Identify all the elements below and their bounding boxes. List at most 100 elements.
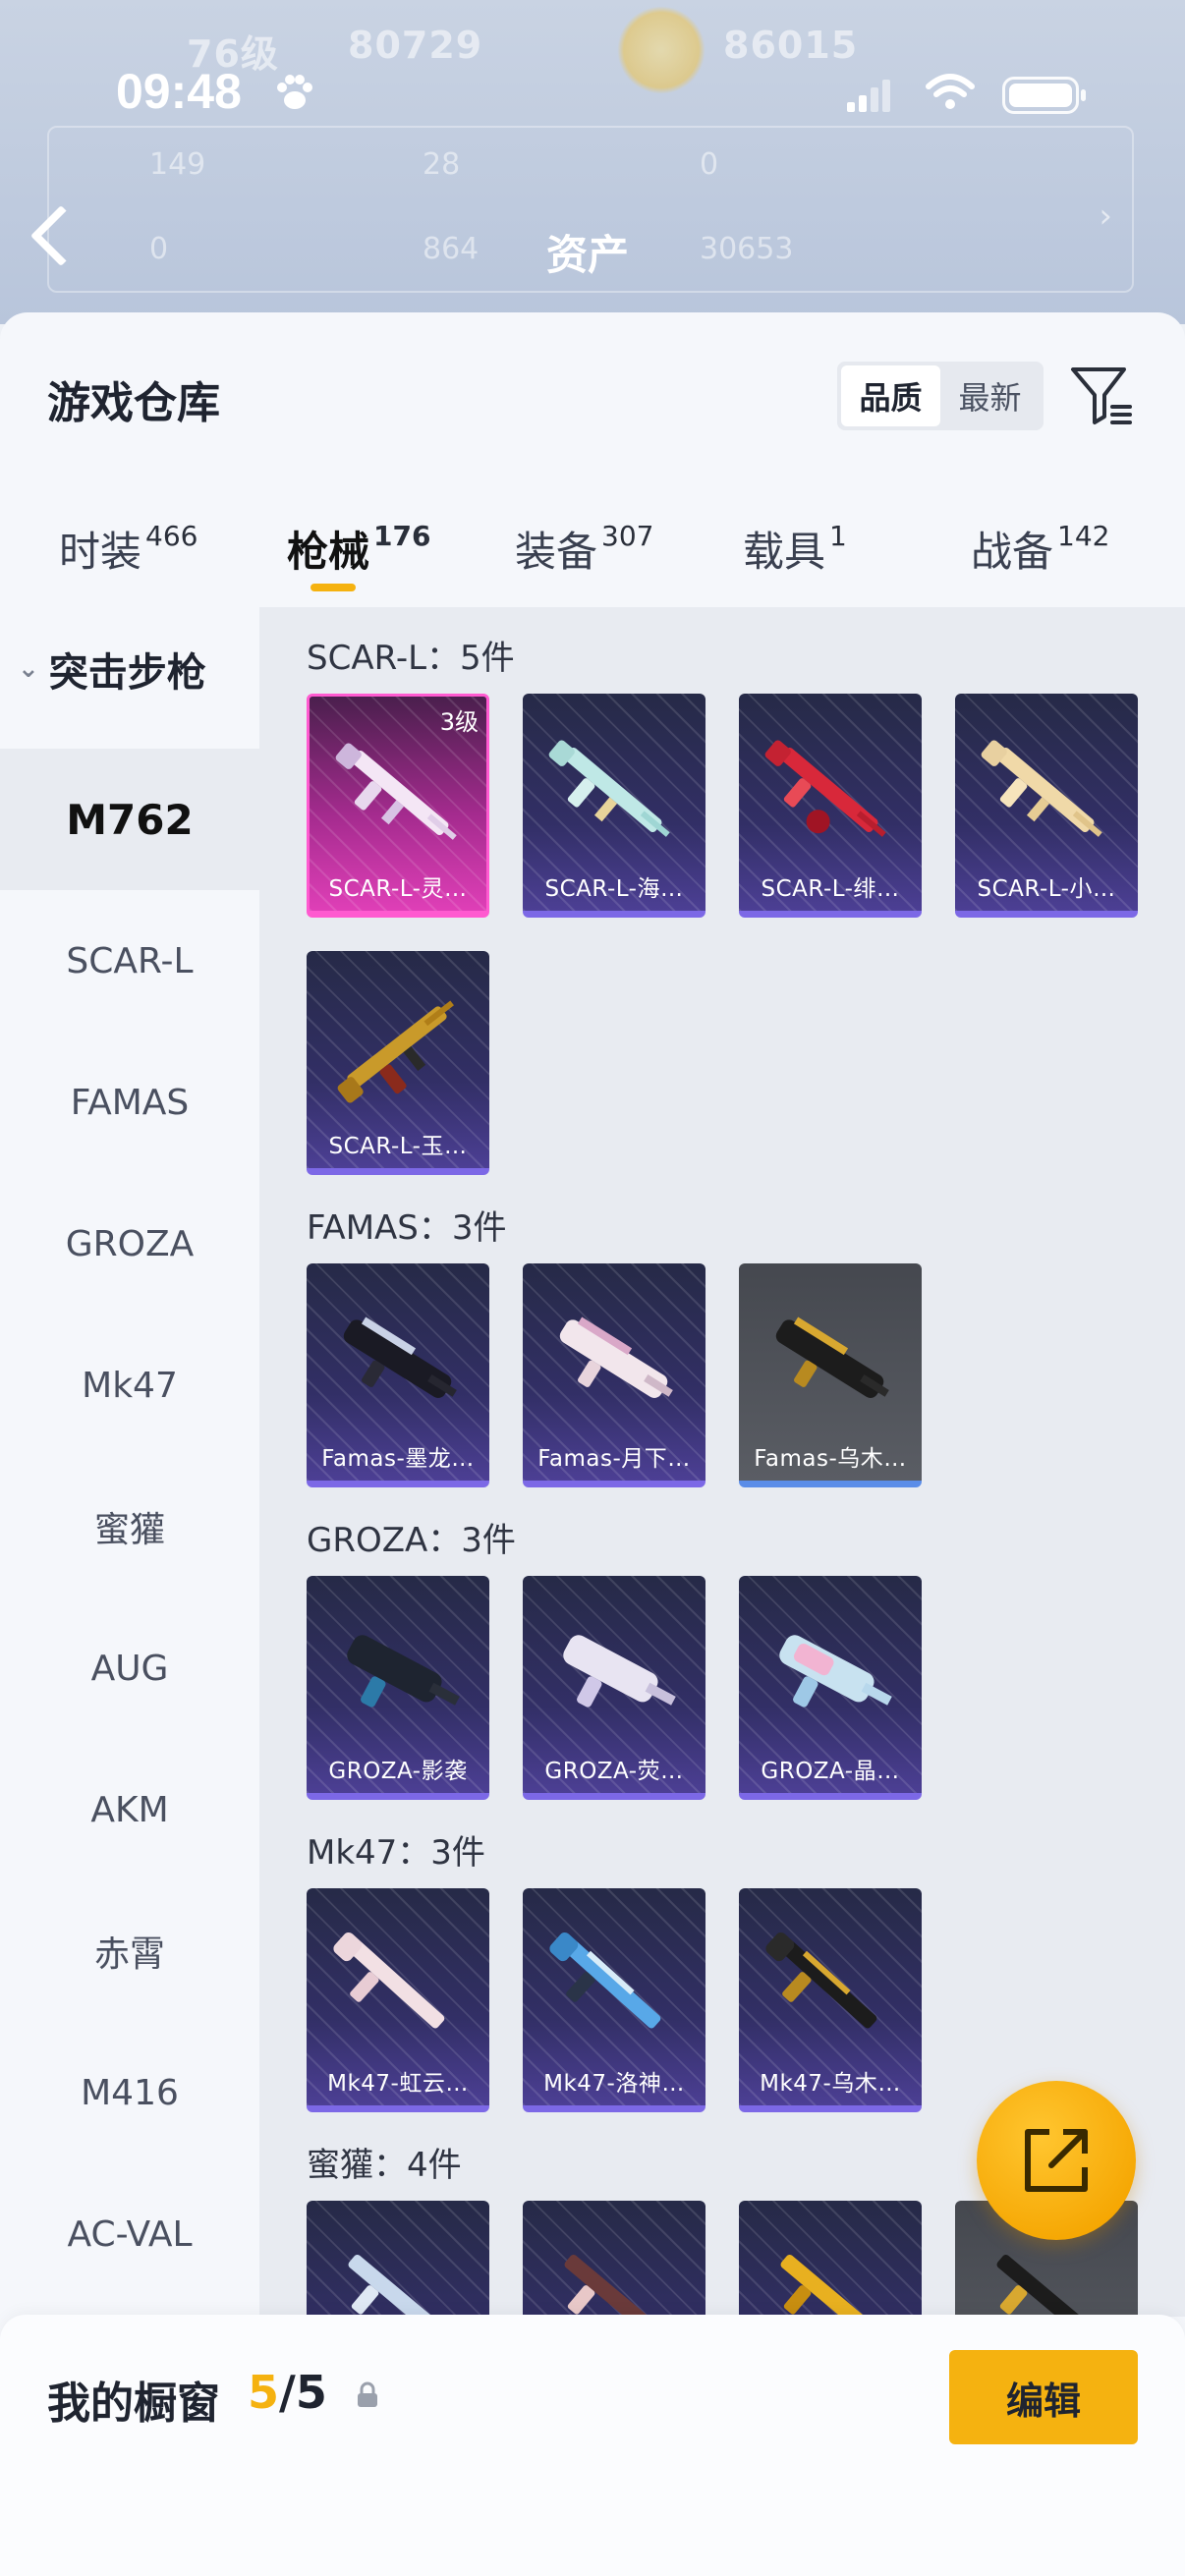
category-item[interactable]: FAMAS bbox=[0, 1032, 259, 1173]
rifle-icon bbox=[348, 2254, 446, 2317]
lock-icon bbox=[358, 2381, 377, 2407]
weapon-name: Famas-乌木… bbox=[754, 1446, 907, 1472]
stat-value: 28 bbox=[423, 147, 461, 182]
sheet-title: 游戏仓库 bbox=[47, 378, 220, 428]
tab-label: 战备 bbox=[971, 528, 1054, 576]
chevron-down-icon: ⌄ bbox=[18, 654, 39, 684]
weapon-card[interactable] bbox=[739, 2201, 922, 2317]
category-header-label: 突击步枪 bbox=[48, 650, 206, 696]
weapon-name: Mk47-虹云… bbox=[327, 2071, 469, 2097]
rifle-icon bbox=[549, 1932, 661, 2029]
weapon-card[interactable]: SCAR-L-绯… bbox=[739, 694, 922, 918]
rifle-icon bbox=[548, 740, 670, 837]
showcase-count: 5/5 bbox=[248, 2366, 327, 2419]
rifle-icon bbox=[981, 740, 1102, 837]
weapon-card[interactable]: Famas-乌木… bbox=[739, 1263, 922, 1487]
rifle-icon bbox=[764, 740, 886, 837]
tab-label: 载具 bbox=[743, 528, 826, 576]
rifle-icon bbox=[335, 743, 457, 840]
weapon-grid: SCAR-L：5件 3级 SCAR-L-灵… SCAR-L-海… SCAR-L-… bbox=[259, 607, 1185, 2317]
category-item[interactable]: M416 bbox=[0, 2022, 259, 2163]
sort-toggle: 品质 最新 bbox=[837, 362, 1044, 430]
weapon-card[interactable]: SCAR-L-玉… bbox=[307, 951, 489, 1175]
share-button[interactable] bbox=[977, 2081, 1136, 2240]
edit-button[interactable]: 编辑 bbox=[949, 2350, 1138, 2444]
chevron-right-icon: › bbox=[1099, 196, 1112, 236]
group-title: 蜜獾：4件 bbox=[307, 2146, 462, 2185]
category-item[interactable]: AKM bbox=[0, 1739, 259, 1880]
category-tabs: 时装 466 枪械 176 装备 307 载具 1 战备 142 bbox=[0, 499, 1185, 607]
weapon-card[interactable]: GROZA-影袭 bbox=[307, 1576, 489, 1800]
tab-equipment[interactable]: 装备 307 bbox=[515, 519, 653, 579]
weapon-card[interactable]: 3级 SCAR-L-灵… bbox=[307, 694, 489, 918]
weapon-name: GROZA-晶… bbox=[761, 1759, 900, 1784]
rifle-icon bbox=[337, 1000, 454, 1103]
weapon-category-list: ⌄ 突击步枪 M762 SCAR-L FAMAS GROZA Mk47 蜜獾 A… bbox=[0, 607, 259, 2317]
tab-count: 1 bbox=[829, 520, 847, 552]
rifle-icon bbox=[780, 2254, 878, 2317]
category-item[interactable]: 赤霄 bbox=[0, 1880, 259, 2022]
active-tab-indicator bbox=[310, 584, 356, 591]
tab-fashion[interactable]: 时装 466 bbox=[59, 519, 198, 579]
weapon-name: SCAR-L-灵… bbox=[328, 876, 468, 902]
category-item[interactable]: SCAR-L bbox=[0, 890, 259, 1032]
group-title: Mk47：3件 bbox=[307, 1833, 485, 1873]
category-item[interactable]: GROZA bbox=[0, 1173, 259, 1315]
rifle-icon bbox=[559, 1316, 673, 1398]
weapon-card[interactable]: Mk47-虹云… bbox=[307, 1888, 489, 2112]
wifi-icon bbox=[926, 74, 975, 109]
weapon-card[interactable]: GROZA-晶… bbox=[739, 1576, 922, 1800]
weapon-card[interactable]: Famas-月下… bbox=[523, 1263, 705, 1487]
category-header[interactable]: ⌄ 突击步枪 bbox=[18, 641, 206, 698]
tab-count: 142 bbox=[1057, 520, 1110, 552]
rifle-icon bbox=[775, 1316, 889, 1398]
category-item[interactable]: AC-VAL bbox=[0, 2163, 259, 2305]
stat-value: 149 bbox=[149, 147, 206, 182]
group-title: GROZA：3件 bbox=[307, 1521, 516, 1560]
share-external-icon bbox=[1025, 2129, 1088, 2192]
sort-quality-button[interactable]: 品质 bbox=[841, 365, 940, 426]
stat-value: 0 bbox=[700, 147, 719, 182]
weapon-card[interactable]: SCAR-L-小… bbox=[955, 694, 1138, 918]
filter-icon[interactable] bbox=[1069, 362, 1136, 428]
rifle-icon bbox=[333, 1932, 445, 2029]
page-title: 资产 bbox=[546, 231, 630, 279]
weapon-card[interactable]: GROZA-荧… bbox=[523, 1576, 705, 1800]
sort-latest-button[interactable]: 最新 bbox=[940, 365, 1040, 426]
tab-label: 枪械 bbox=[287, 528, 370, 576]
coin-icon bbox=[617, 6, 705, 94]
category-item[interactable]: AUG bbox=[0, 1597, 259, 1739]
level-badge: 3级 bbox=[439, 708, 479, 736]
category-item[interactable]: M762 bbox=[0, 749, 259, 890]
tab-vehicles[interactable]: 载具 1 bbox=[743, 519, 847, 579]
weapon-name: SCAR-L-海… bbox=[544, 876, 684, 902]
category-item[interactable]: Mk47 bbox=[0, 1315, 259, 1456]
weapon-name: GROZA-荧… bbox=[544, 1759, 684, 1784]
showcase-total: 5 bbox=[295, 2366, 327, 2419]
weapon-name: Famas-墨龙… bbox=[321, 1446, 475, 1472]
weapon-card[interactable]: Famas-墨龙… bbox=[307, 1263, 489, 1487]
warehouse-sheet: 游戏仓库 品质 最新 时装 466 枪械 176 装备 307 载具 1 战备 142 ⌄… bbox=[0, 312, 1185, 2576]
weapon-card[interactable]: Mk47-乌木… bbox=[739, 1888, 922, 2112]
weapon-card[interactable] bbox=[307, 2201, 489, 2317]
rifle-icon bbox=[343, 1316, 457, 1398]
group-title: SCAR-L：5件 bbox=[307, 639, 515, 678]
weapon-card[interactable]: SCAR-L-海… bbox=[523, 694, 705, 918]
weapon-card[interactable]: Mk47-洛神… bbox=[523, 1888, 705, 2112]
stat-value: 30653 bbox=[700, 232, 794, 266]
weapon-name: SCAR-L-绯… bbox=[761, 876, 900, 902]
status-time: 09:48 bbox=[116, 64, 242, 119]
stat-value: 0 bbox=[149, 232, 169, 266]
weapon-name: Famas-月下… bbox=[537, 1446, 691, 1472]
tab-combat-gear[interactable]: 战备 142 bbox=[971, 519, 1109, 579]
stat-value: 86015 bbox=[723, 24, 859, 67]
weapon-name: GROZA-影袭 bbox=[328, 1759, 468, 1784]
weapon-card[interactable] bbox=[523, 2201, 705, 2317]
showcase-separator: / bbox=[279, 2366, 296, 2419]
weapon-name: SCAR-L-玉… bbox=[328, 1134, 468, 1159]
background-header: 76级 80729 86015 149 28 0 0 864 30653 资产 … bbox=[0, 0, 1185, 324]
category-item[interactable]: 蜜獾 bbox=[0, 1456, 259, 1597]
tab-firearms[interactable]: 枪械 176 bbox=[287, 519, 430, 579]
group-title: FAMAS：3件 bbox=[307, 1208, 507, 1248]
weapon-name: Mk47-乌木… bbox=[760, 2071, 901, 2097]
